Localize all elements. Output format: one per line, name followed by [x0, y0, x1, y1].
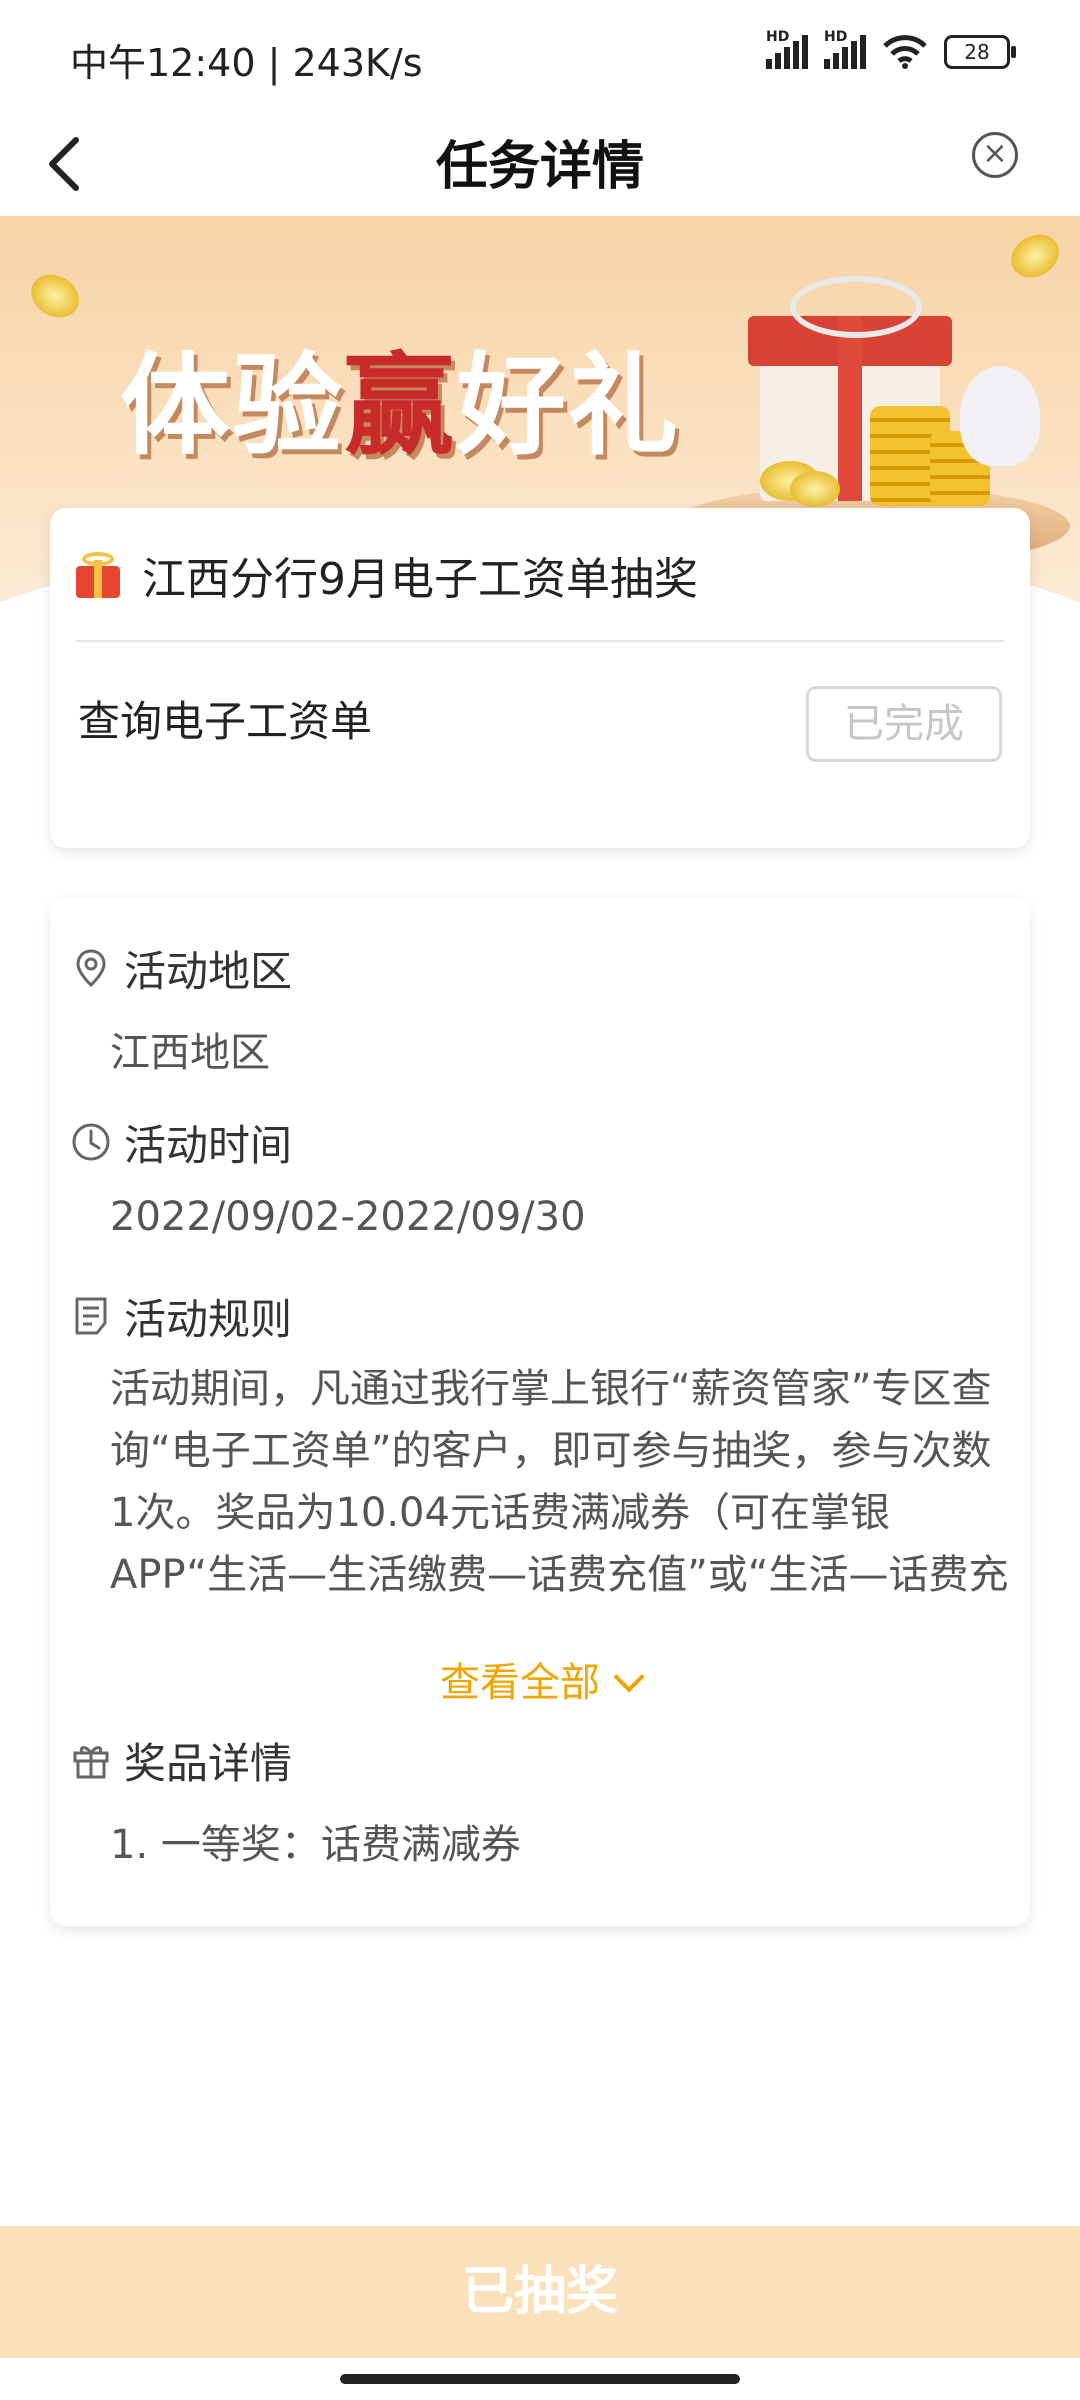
time-section: 活动时间 2022/09/02-2022/09/30: [70, 1112, 1010, 1240]
chevron-down-icon: [613, 1661, 645, 1693]
region-value: 江西地区: [110, 1030, 270, 1076]
rules-text: 活动期间，凡通过我行掌上银行“薪资管家”专区查询“电子工资单”的客户，即可参与抽…: [110, 1366, 1009, 1598]
signal-icon: HD: [766, 29, 808, 69]
divider: [76, 640, 1004, 642]
task-title: 江西分行9月电子工资单抽奖: [142, 554, 698, 605]
clock-icon: [72, 1123, 110, 1161]
task-card-header: 江西分行9月电子工资单抽奖: [74, 540, 1006, 610]
region-section: 活动地区 江西地区: [70, 938, 1010, 1078]
coin-decoration-icon: [23, 266, 87, 326]
task-item-label: 查询电子工资单: [78, 697, 373, 746]
time-label: 活动时间: [124, 1120, 293, 1170]
location-pin-icon: [76, 949, 106, 988]
nav-bar: 任务详情 ×: [0, 110, 1080, 216]
view-all-button[interactable]: 查看全部: [50, 1650, 1030, 1708]
page-title: 任务详情: [435, 137, 644, 197]
document-icon: [75, 1297, 107, 1335]
prize-item: 1. 一等奖：话费满减券: [110, 1822, 521, 1868]
rules-section: 活动规则 活动期间，凡通过我行掌上银行“薪资管家”专区查询“电子工资单”的客户，…: [70, 1286, 1010, 1606]
gift-icon: [74, 552, 122, 598]
completed-button[interactable]: 已完成: [806, 686, 1002, 762]
rules-label: 活动规则: [124, 1294, 293, 1344]
banner-slogan: 体验赢好礼: [120, 342, 680, 470]
drawn-button[interactable]: 已抽奖: [0, 2226, 1080, 2358]
mascot-icon: [960, 366, 1040, 466]
status-bar: 中午12:40 | 243K/s HD HD 28: [0, 0, 1080, 110]
battery-icon: 28: [944, 35, 1016, 69]
signal-icon-2: HD: [824, 29, 866, 69]
prize-label: 奖品详情: [124, 1738, 293, 1788]
view-all-label: 查看全部: [440, 1660, 600, 1706]
status-time: 中午12:40 | 243K/s: [70, 41, 423, 85]
prize-section: 奖品详情 1. 一等奖：话费满减券: [70, 1730, 1010, 1870]
time-value: 2022/09/02-2022/09/30: [110, 1194, 586, 1240]
region-label: 活动地区: [124, 946, 293, 996]
home-indicator[interactable]: [340, 2374, 740, 2384]
task-card: 江西分行9月电子工资单抽奖 查询电子工资单 已完成: [50, 508, 1030, 848]
gift-outline-icon: [73, 1746, 109, 1779]
close-icon: ×: [982, 136, 1008, 171]
activity-info-card: 活动地区 江西地区 活动时间 2022/09/02-2022/09/30 活动规…: [50, 898, 1030, 1926]
close-button[interactable]: ×: [972, 132, 1018, 178]
status-icons: HD HD 28: [766, 29, 1016, 70]
wifi-icon: [883, 35, 927, 69]
